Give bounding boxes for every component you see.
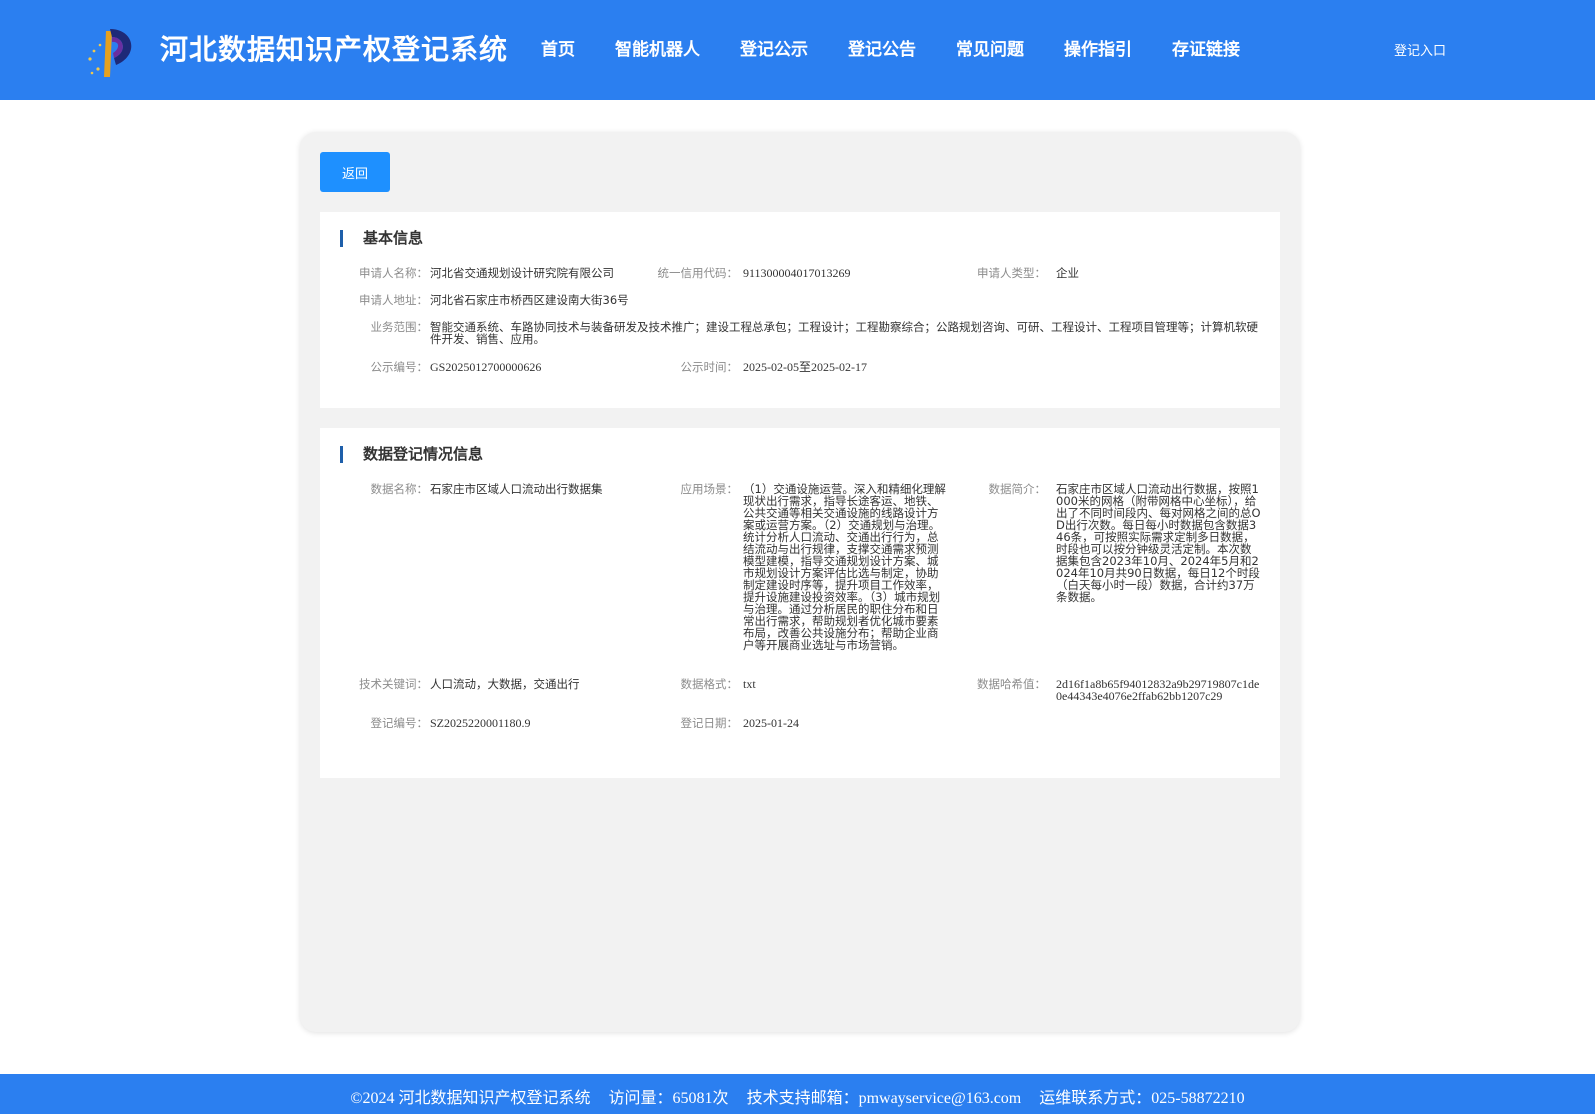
data-hash-value: 2d16f1a8b65f94012832a9b29719807c1de0e443…	[1056, 677, 1260, 703]
data-format-label: 数据格式：	[680, 677, 739, 691]
registration-date-value: 2025-01-24	[743, 716, 799, 730]
data-registration-card: 数据登记情况信息 数据名称： 石家庄市区域人口流动出行数据集 应用场景： （1）…	[320, 428, 1280, 778]
data-hash-label: 数据哈希值：	[977, 677, 1046, 691]
scenario-value: （1）交通设施运营。深入和精细化理解现状出行需求，指导长途客运、地铁、公共交通等…	[743, 482, 946, 652]
nav-registration-announcement[interactable]: 登记公告	[848, 35, 916, 60]
applicant-name-label: 申请人名称：	[359, 266, 428, 280]
footer-phone: 运维联系方式：025-58872210	[1039, 1090, 1245, 1107]
registration-no-value: SZ2025220001180.9	[430, 716, 531, 730]
data-format-value: txt	[743, 677, 756, 691]
registration-date-label: 登记日期：	[680, 716, 739, 730]
back-button[interactable]: 返回	[320, 152, 390, 192]
credit-code-value: 911300004017013269	[743, 266, 851, 280]
nav-registration-publicity[interactable]: 登记公示	[740, 35, 808, 60]
notice-no-label: 公示编号：	[370, 360, 429, 374]
business-scope-value: 智能交通系统、车路协同技术与装备研发及技术推广；建设工程总承包；工程设计；工程勘…	[430, 320, 1258, 346]
nav-evidence-link[interactable]: 存证链接	[1172, 35, 1240, 60]
scenario-label: 应用场景：	[680, 482, 739, 496]
footer-visits: 访问量：65081次	[608, 1090, 729, 1107]
tech-keywords-value: 人口流动，大数据，交通出行	[430, 677, 580, 691]
notice-time-value: 2025-02-05至2025-02-17	[743, 360, 867, 374]
applicant-type-value: 企业	[1056, 266, 1079, 280]
system-logo-icon[interactable]	[82, 25, 136, 81]
footer-copyright: ©2024 河北数据知识产权登记系统	[350, 1090, 591, 1107]
notice-time-label: 公示时间：	[680, 360, 739, 374]
data-summary-value: 石家庄市区域人口流动出行数据，按照1000米的网格（附带网格中心坐标），给出了不…	[1056, 482, 1261, 604]
basic-info-title: 基本信息	[340, 230, 423, 247]
applicant-address-label: 申请人地址：	[359, 293, 428, 307]
site-title: 河北数据知识产权登记系统	[160, 33, 509, 66]
credit-code-label: 统一信用代码：	[657, 266, 739, 280]
data-registration-title: 数据登记情况信息	[340, 446, 483, 463]
data-summary-label: 数据简介：	[988, 482, 1047, 496]
business-scope-label: 业务范围：	[370, 320, 429, 334]
nav-smart-robot[interactable]: 智能机器人	[615, 35, 700, 60]
data-name-label: 数据名称：	[370, 482, 429, 496]
nav-faq[interactable]: 常见问题	[956, 35, 1024, 60]
top-header: 河北数据知识产权登记系统 首页 智能机器人 登记公示 登记公告 常见问题 操作指…	[0, 0, 1595, 100]
nav-operation-guide[interactable]: 操作指引	[1064, 35, 1132, 60]
login-entry-link[interactable]: 登记入口	[1394, 40, 1446, 59]
basic-info-card: 基本信息 申请人名称： 河北省交通规划设计研究院有限公司 统一信用代码： 911…	[320, 212, 1280, 408]
page-footer: ©2024 河北数据知识产权登记系统 访问量：65081次 技术支持邮箱：pmw…	[0, 1074, 1595, 1114]
applicant-name-value: 河北省交通规划设计研究院有限公司	[430, 266, 614, 280]
nav-home[interactable]: 首页	[541, 35, 575, 60]
footer-email: 技术支持邮箱：pmwayservice@163.com	[746, 1090, 1022, 1107]
detail-panel: 返回 基本信息 申请人名称： 河北省交通规划设计研究院有限公司 统一信用代码： …	[300, 132, 1300, 1032]
tech-keywords-label: 技术关键词：	[359, 677, 428, 691]
notice-no-value: GS2025012700000626	[430, 360, 542, 374]
applicant-type-label: 申请人类型：	[977, 266, 1046, 280]
footer-info: ©2024 河北数据知识产权登记系统 访问量：65081次 技术支持邮箱：pmw…	[0, 1084, 1595, 1108]
registration-no-label: 登记编号：	[370, 716, 429, 730]
applicant-address-value: 河北省石家庄市桥西区建设南大街36号	[430, 293, 629, 307]
